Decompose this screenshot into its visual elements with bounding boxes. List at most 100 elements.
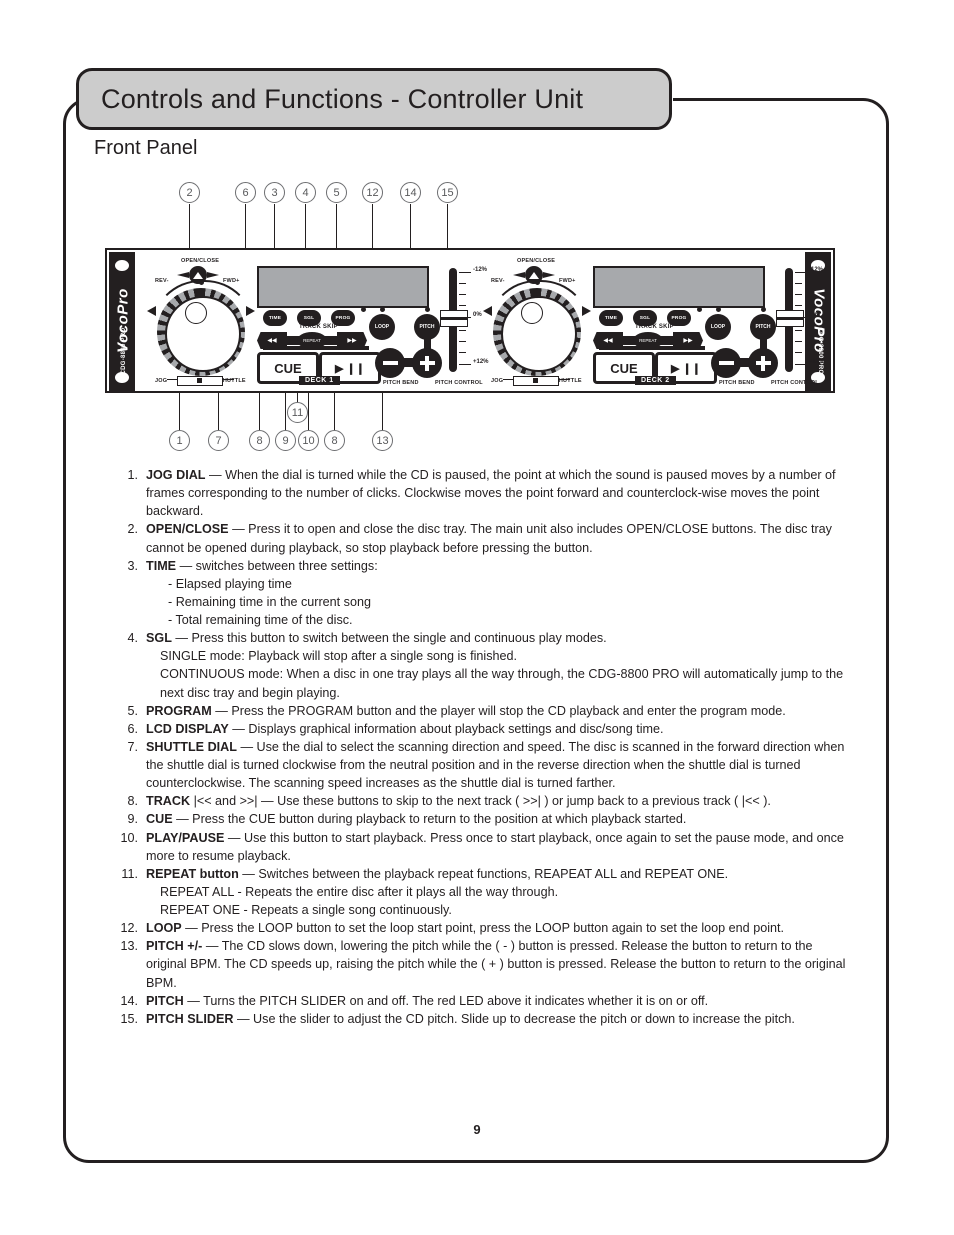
instruction-body: — Use the dial to select the scanning di… [146, 739, 845, 791]
instruction-term: PROGRAM [146, 703, 212, 718]
instruction-item: 13. PITCH +/- — The CD slows down, loweri… [108, 937, 856, 991]
instruction-term: TIME [146, 558, 177, 573]
pitch-tick [795, 294, 802, 295]
pitch-bend-minus-button[interactable] [375, 348, 405, 378]
model-name: CDG-8800 PRO [817, 327, 823, 375]
open-close-wing-right [543, 272, 555, 278]
pitch-button[interactable]: PITCH [414, 314, 440, 340]
pitch-tick [459, 294, 466, 295]
program-led [697, 307, 702, 312]
instruction-body: — Use these buttons to skip to the next … [257, 794, 771, 809]
rev-arrow-icon [147, 306, 156, 316]
callout-11: 11 [287, 402, 308, 423]
pitch-slider-knob[interactable] [440, 310, 468, 327]
instruction-body: — Press the CUE button during playback t… [172, 812, 687, 827]
callout-5: 5 [326, 182, 347, 203]
pitch-button[interactable]: PITCH [750, 314, 776, 340]
callout-13: 13 [372, 430, 393, 451]
minus-icon [718, 361, 734, 365]
track-skip-label: TRACK SKIP [299, 324, 338, 330]
instruction-text: SGL — Press this button to switch betwee… [146, 629, 856, 702]
pitch-slider-knob[interactable] [776, 310, 804, 327]
instruction-body: — Turns the PITCH SLIDER on and off. The… [183, 993, 709, 1008]
page-title-banner: Controls and Functions - Controller Unit [76, 68, 672, 130]
shuttle-center-dot [199, 280, 204, 285]
instruction-text: REPEAT button — Switches between the pla… [146, 865, 856, 919]
instruction-term: PITCH SLIDER [146, 1011, 234, 1026]
instruction-body: — When the dial is turned while the CD i… [146, 468, 836, 519]
instruction-number: 13. [120, 939, 138, 954]
pitch-control-label: PITCH CONTROL [771, 380, 819, 386]
pitch-scale-bottom: +12% [809, 359, 825, 365]
pitch-tick [795, 364, 807, 365]
instruction-body: — The CD slows down, lowering the pitch … [146, 939, 846, 990]
open-close-wing-right [207, 272, 219, 278]
instruction-subline: SINGLE mode: Playback will stop after a … [160, 649, 517, 664]
callout-9: 9 [275, 430, 296, 451]
pitch-bend-minus-button[interactable] [711, 348, 741, 378]
instruction-item: 2. OPEN/CLOSE — Press it to open and clos… [108, 520, 856, 556]
instruction-text: CUE — Press the CUE button during playba… [146, 810, 856, 828]
instruction-body: — Use this button to start playback. Pre… [146, 830, 844, 863]
instruction-number: 6. [127, 721, 138, 736]
instruction-text: LCD DISPLAY — Displays graphical informa… [146, 720, 856, 738]
instruction-number: 3. [127, 558, 138, 573]
instruction-item: 4. SGL — Press this button to switch betw… [108, 629, 856, 702]
pitch-led [761, 307, 766, 312]
instruction-text: OPEN/CLOSE — Press it to open and close … [146, 520, 856, 556]
instruction-item: 12. LOOP — Press the LOOP button to set t… [108, 919, 856, 937]
callout-6: 6 [235, 182, 256, 203]
instruction-item: 9. CUE — Press the CUE button during play… [108, 810, 856, 828]
pitch-tick [795, 341, 802, 342]
instruction-item: 11. REPEAT button — Switches between the … [108, 865, 856, 919]
instruction-number: 15. [120, 1011, 138, 1026]
controls-description-list: 1. JOG DIAL — When the dial is turned whi… [108, 466, 856, 1028]
instruction-number: 1. [127, 468, 138, 482]
time-button[interactable]: TIME [599, 310, 623, 326]
instruction-item: 5. PROGRAM — Press the PROGRAM button and… [108, 702, 856, 720]
instruction-term: REPEAT button [146, 866, 239, 881]
instruction-body: — Displays graphical information about p… [228, 721, 664, 736]
instruction-item: 3. TIME — switches between three settings… [108, 557, 856, 630]
jog-dial-center[interactable] [185, 302, 207, 324]
instruction-term-suffix: |<< and >>| [190, 794, 258, 809]
callout-15: 15 [437, 182, 458, 203]
callout-3: 3 [264, 182, 285, 203]
instruction-number: 5. [127, 703, 138, 718]
loop-button[interactable]: LOOP [705, 314, 731, 340]
plus-icon [761, 355, 765, 371]
pitch-tick [459, 352, 466, 353]
play-led [359, 343, 364, 348]
open-close-label: OPEN/CLOSE [181, 258, 220, 264]
lcd-display [593, 266, 765, 308]
pitch-tick [795, 305, 802, 306]
pitch-bend-plus-button[interactable] [412, 348, 442, 378]
instruction-text: JOG DIAL — When the dial is turned while… [146, 466, 856, 520]
pitch-tick [459, 364, 471, 365]
minus-icon [382, 361, 398, 365]
track-skip-label: TRACK SKIP [635, 324, 674, 330]
instruction-body: — Switches between the playback repeat f… [238, 866, 729, 881]
jog-dial-center[interactable] [521, 302, 543, 324]
pitch-tick [459, 305, 466, 306]
transport-rail [263, 343, 369, 350]
pitch-bend-plus-button[interactable] [748, 348, 778, 378]
rev-label: REV- [491, 278, 505, 284]
instruction-subline: - Remaining time in the current song [168, 594, 371, 609]
time-button[interactable]: TIME [263, 310, 287, 326]
instruction-subline: CONTINUOUS mode: When a disc in one tray… [160, 667, 844, 700]
plus-icon [425, 355, 429, 371]
instruction-subline: - Elapsed playing time [168, 576, 292, 591]
instruction-term: PLAY/PAUSE [146, 830, 225, 845]
instruction-number: 7. [127, 739, 138, 754]
loop-button[interactable]: LOOP [369, 314, 395, 340]
instruction-term: CUE [146, 812, 173, 827]
cue-led [267, 343, 272, 348]
jog-label: JOG [491, 378, 504, 384]
shuttle-position-bar [177, 376, 223, 386]
instruction-body: — Use the slider to adjust the CD pitch.… [233, 1011, 795, 1026]
instruction-item: 10. PLAY/PAUSE — Use this button to start… [108, 829, 856, 865]
pitch-scale-mid: 0% [809, 312, 818, 318]
pitch-tick [459, 341, 466, 342]
instruction-body: — Press it to open and close the disc tr… [146, 522, 832, 555]
